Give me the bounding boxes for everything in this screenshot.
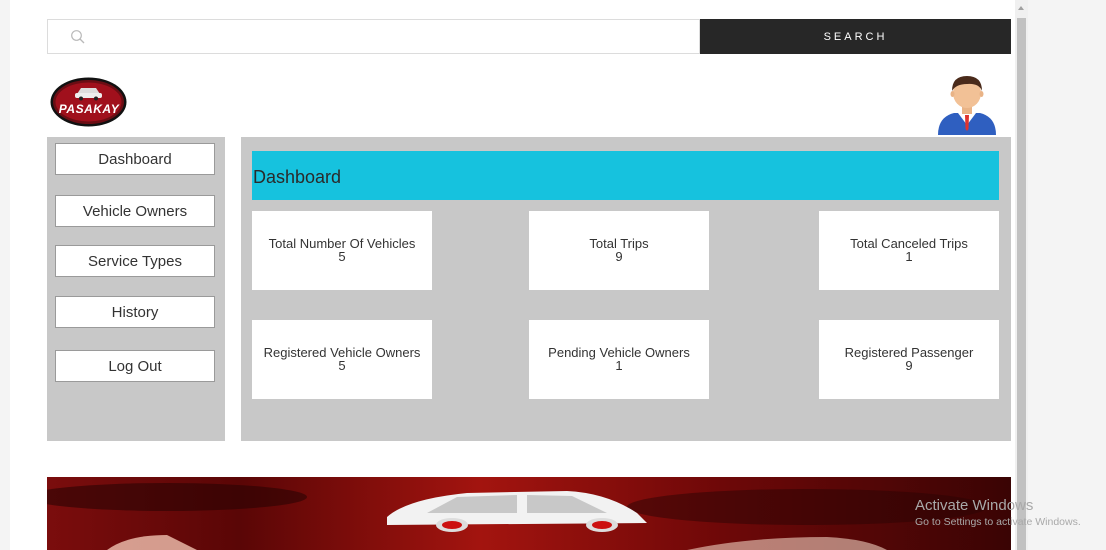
- stat-card-pending-owners: Pending Vehicle Owners 1: [529, 320, 709, 399]
- dashboard-header: Dashboard: [252, 151, 999, 200]
- pasakay-banner-image: [47, 477, 1011, 550]
- activate-windows-subtitle: Go to Settings to activate Windows.: [915, 516, 1081, 528]
- dashboard-panel: Dashboard Total Number Of Vehicles 5 Tot…: [241, 137, 1011, 441]
- search-button[interactable]: SEARCH: [700, 19, 1011, 54]
- user-avatar-icon[interactable]: [936, 73, 998, 135]
- sidebar-item-dashboard[interactable]: Dashboard: [55, 143, 215, 175]
- stat-card-total-trips: Total Trips 9: [529, 211, 709, 290]
- stat-card-value: 1: [905, 249, 913, 264]
- stat-card-value: 5: [338, 249, 346, 264]
- stat-card-value: 5: [338, 358, 346, 373]
- search-icon: [71, 30, 85, 44]
- stat-card-value: 1: [615, 358, 623, 373]
- scroll-up-arrow-icon[interactable]: [1018, 6, 1024, 10]
- stat-card-value: 9: [905, 358, 913, 373]
- activate-windows-title: Activate Windows: [915, 497, 1034, 514]
- sidebar-item-log-out[interactable]: Log Out: [55, 350, 215, 382]
- pasakay-logo[interactable]: PASAKAY: [50, 77, 127, 127]
- sidebar-item-history[interactable]: History: [55, 296, 215, 328]
- stat-card-registered-passenger: Registered Passenger 9: [819, 320, 999, 399]
- sidebar-item-service-types[interactable]: Service Types: [55, 245, 215, 277]
- sidebar: Dashboard Vehicle Owners Service Types H…: [47, 137, 225, 441]
- scrollbar-thumb[interactable]: [1017, 18, 1026, 550]
- page-title: Dashboard: [253, 167, 342, 187]
- stat-card-canceled-trips: Total Canceled Trips 1: [819, 211, 999, 290]
- logo-text: PASAKAY: [58, 102, 120, 116]
- stat-card-total-vehicles: Total Number Of Vehicles 5: [252, 211, 432, 290]
- page-scrollbar[interactable]: [1015, 0, 1028, 550]
- sidebar-item-vehicle-owners[interactable]: Vehicle Owners: [55, 195, 215, 227]
- stat-card-value: 9: [615, 249, 623, 264]
- banner-car-graphic: [47, 483, 987, 550]
- search-field[interactable]: [47, 19, 700, 55]
- page: SEARCH PASAKAY Dashboard Vehicle Owners …: [10, 0, 1015, 550]
- search-input[interactable]: [98, 20, 692, 55]
- stat-card-registered-owners: Registered Vehicle Owners 5: [252, 320, 432, 399]
